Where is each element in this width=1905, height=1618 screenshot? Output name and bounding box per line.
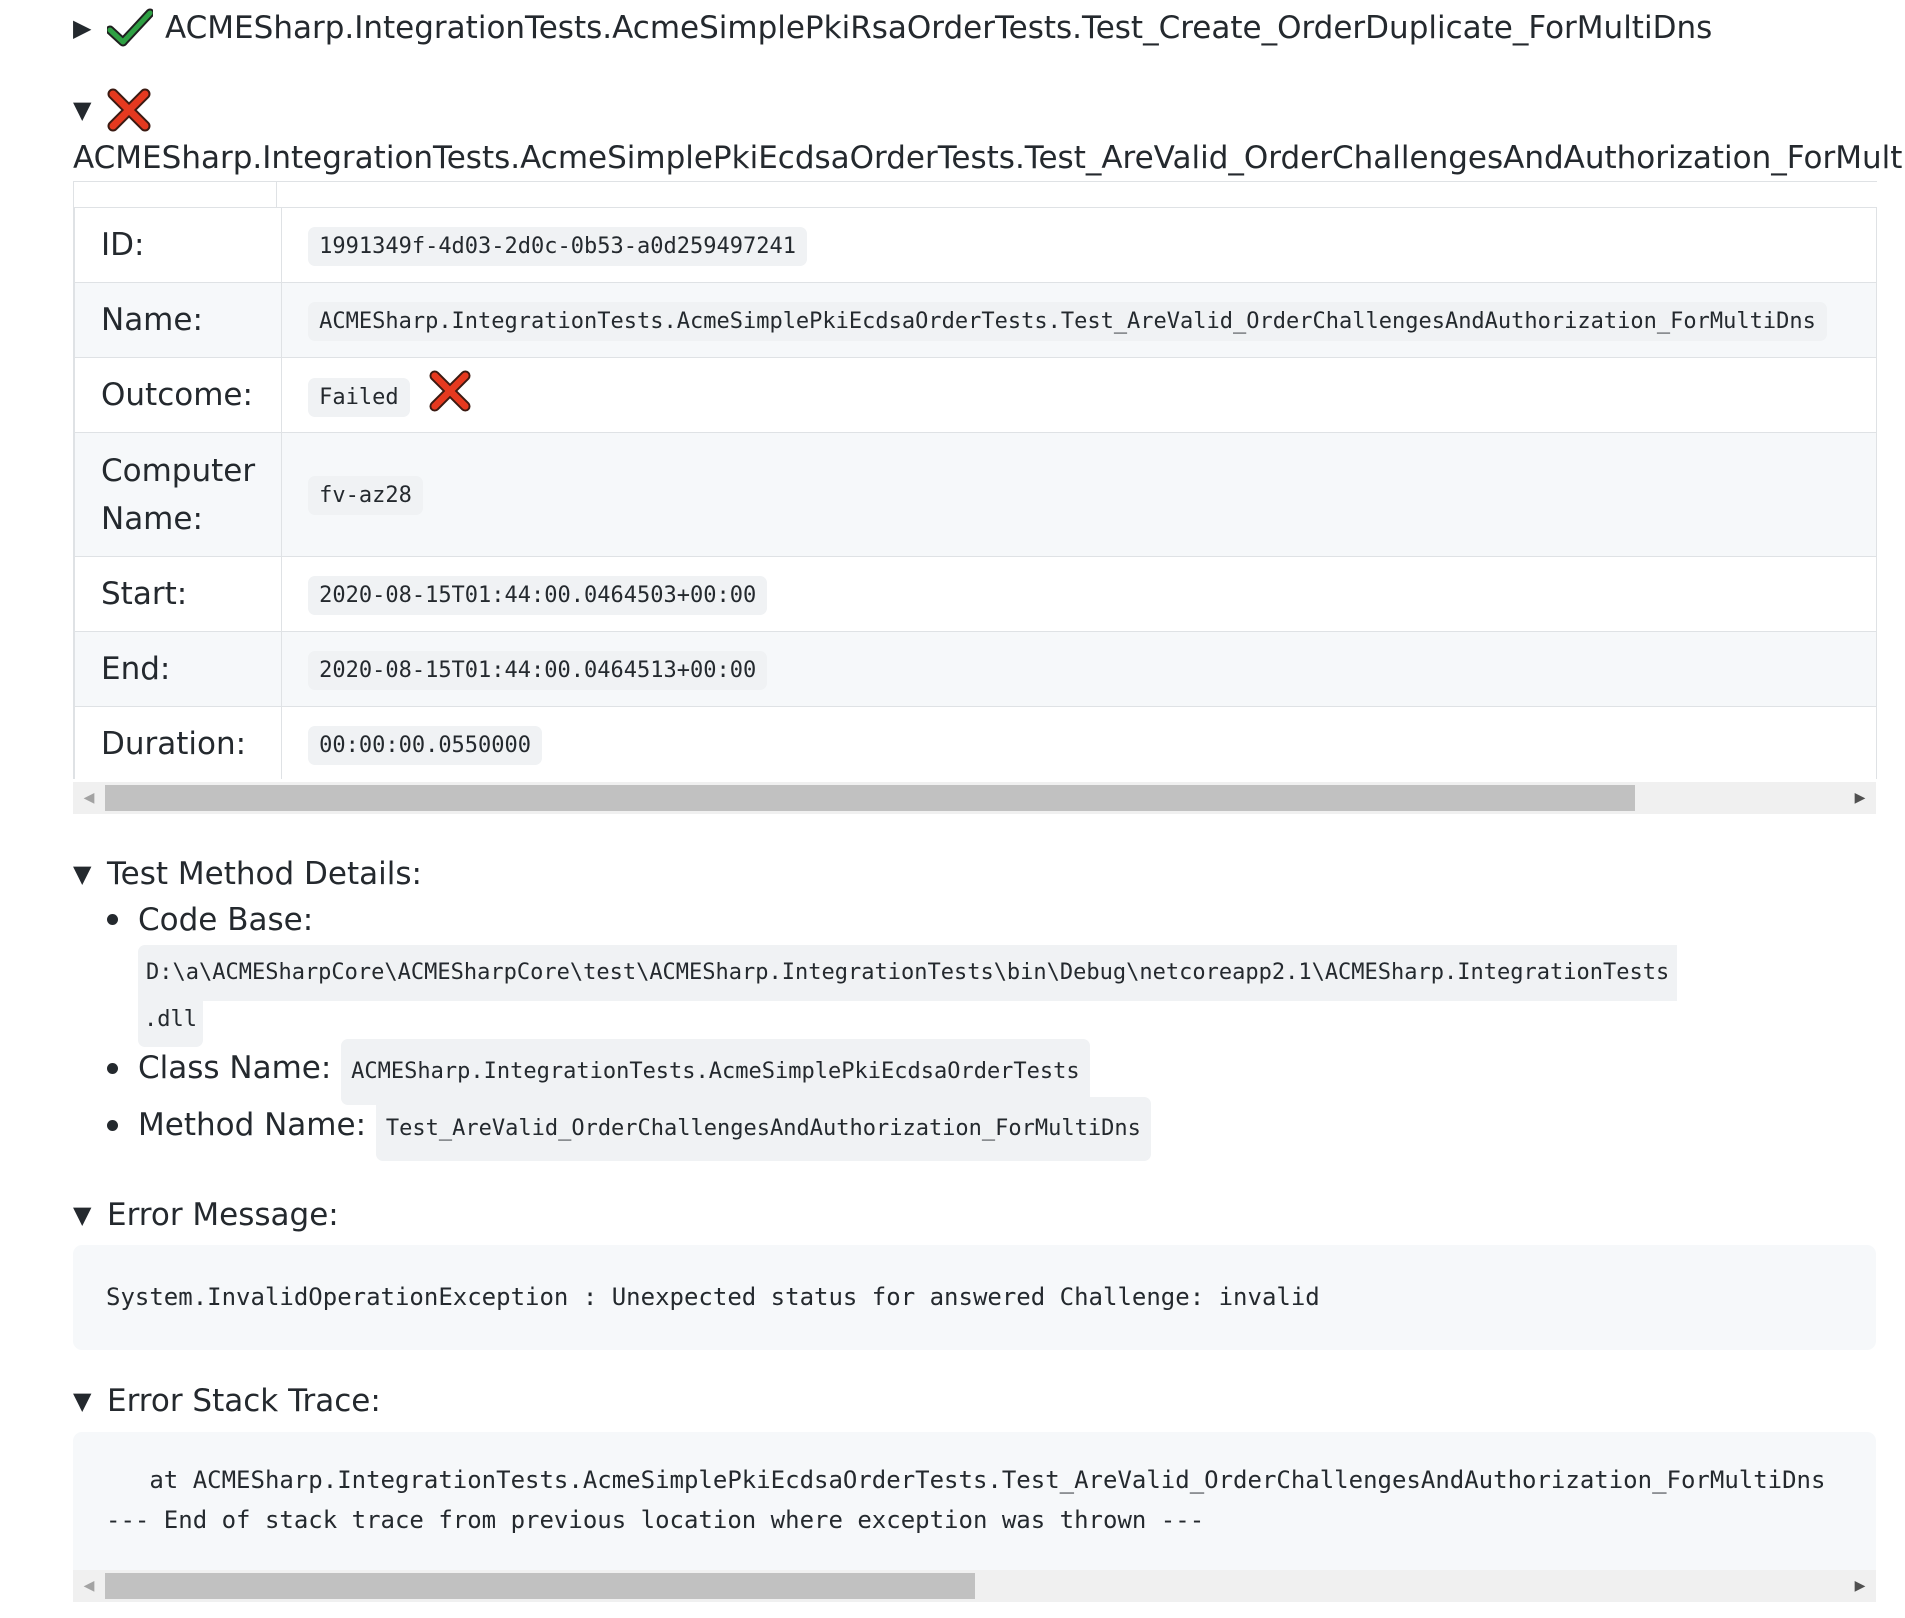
start-value: 2020-08-15T01:44:00.0464503+00:00 xyxy=(308,575,768,615)
table-header-row xyxy=(73,181,1877,207)
list-item: Method Name: Test_AreValid_OrderChalleng… xyxy=(105,1097,1876,1161)
class-name-value: ACMESharp.IntegrationTests.AcmeSimplePki… xyxy=(341,1039,1090,1105)
row-label: Duration: xyxy=(74,706,283,779)
id-value: 1991349f-4d03-2d0c-0b53-a0d259497241 xyxy=(308,226,807,266)
item-label: Class Name: xyxy=(138,1050,332,1086)
error-message-toggle[interactable]: ▼ Error Message: xyxy=(73,1197,339,1233)
scroll-left-icon[interactable]: ◀ xyxy=(73,782,105,814)
test-summary-passed[interactable]: ▶ ACMESharp.IntegrationTests.AcmeSimpleP… xyxy=(73,8,1712,48)
method-name-value: Test_AreValid_OrderChallengesAndAuthoriz… xyxy=(375,1097,1151,1161)
scroll-right-icon[interactable]: ▶ xyxy=(1844,1570,1876,1602)
list-item: Class Name: ACMESharp.IntegrationTests.A… xyxy=(105,1039,1876,1105)
row-label: ID: xyxy=(74,207,283,283)
test-summary-failed[interactable]: ▼ xyxy=(73,88,151,132)
test-method-details-list: Code Base: D:\a\ACMESharpCore\ACMESharpC… xyxy=(105,895,1876,1161)
row-label: Start: xyxy=(74,556,283,632)
scroll-left-icon[interactable]: ◀ xyxy=(73,1570,105,1602)
check-icon xyxy=(105,8,155,48)
test-method-details-toggle[interactable]: ▼ Test Method Details: xyxy=(73,856,422,892)
error-message-text: System.InvalidOperationException : Unexp… xyxy=(106,1283,1320,1311)
table-row: Outcome: Failed xyxy=(74,357,1877,433)
item-label: Method Name: xyxy=(138,1107,367,1143)
stack-trace-line: --- End of stack trace from previous loc… xyxy=(106,1506,1205,1534)
table-row: Start: 2020-08-15T01:44:00.0464503+00:00 xyxy=(74,556,1877,632)
collapse-triangle-icon[interactable]: ▼ xyxy=(73,96,107,124)
scrollbar-thumb[interactable] xyxy=(105,1573,975,1599)
row-label: End: xyxy=(74,631,283,707)
stack-trace-line: at ACMESharp.IntegrationTests.AcmeSimple… xyxy=(106,1466,1826,1494)
table-row: Computer Name: fv-az28 xyxy=(74,432,1877,557)
row-label: Outcome: xyxy=(74,357,283,433)
cross-icon xyxy=(429,370,471,420)
scrollbar-thumb[interactable] xyxy=(105,785,1635,811)
table-horizontal-scrollbar[interactable]: ◀ ▶ xyxy=(73,782,1876,814)
stack-trace-text: at ACMESharp.IntegrationTests.AcmeSimple… xyxy=(73,1432,1876,1540)
item-label: Code Base: xyxy=(138,902,314,938)
table-row: Duration: 00:00:00.0550000 xyxy=(74,706,1877,779)
test-name: ACMESharp.IntegrationTests.AcmeSimplePki… xyxy=(73,140,1905,176)
scroll-right-icon[interactable]: ▶ xyxy=(1844,782,1876,814)
row-label: Computer Name: xyxy=(74,432,283,557)
section-title: Test Method Details: xyxy=(107,856,422,892)
error-message-box: System.InvalidOperationException : Unexp… xyxy=(73,1245,1876,1350)
section-title: Error Message: xyxy=(107,1197,339,1233)
collapse-triangle-icon[interactable]: ▼ xyxy=(73,860,107,888)
duration-value: 00:00:00.0550000 xyxy=(308,725,543,765)
outcome-value: Failed xyxy=(308,377,410,417)
cross-icon xyxy=(107,88,151,132)
error-stack-trace-box: at ACMESharp.IntegrationTests.AcmeSimple… xyxy=(73,1432,1876,1577)
list-item: Code Base: xyxy=(105,895,1876,945)
table-row: End: 2020-08-15T01:44:00.0464513+00:00 xyxy=(74,631,1877,707)
stack-trace-horizontal-scrollbar[interactable]: ◀ ▶ xyxy=(73,1570,1876,1602)
row-label: Name: xyxy=(74,282,283,358)
expand-triangle-icon[interactable]: ▶ xyxy=(73,14,107,42)
list-item-cont: .dll xyxy=(105,993,1876,1047)
details-table: ID: 1991349f-4d03-2d0c-0b53-a0d259497241… xyxy=(73,207,1877,779)
end-value: 2020-08-15T01:44:00.0464513+00:00 xyxy=(308,650,768,690)
error-stack-trace-toggle[interactable]: ▼ Error Stack Trace: xyxy=(73,1383,381,1419)
test-name: ACMESharp.IntegrationTests.AcmeSimplePki… xyxy=(165,10,1713,46)
table-row: Name: ACMESharp.IntegrationTests.AcmeSim… xyxy=(74,282,1877,358)
section-title: Error Stack Trace: xyxy=(107,1383,381,1419)
collapse-triangle-icon[interactable]: ▼ xyxy=(73,1201,107,1229)
computer-name-value: fv-az28 xyxy=(308,476,423,515)
list-item-cont: D:\a\ACMESharpCore\ACMESharpCore\test\AC… xyxy=(105,945,1876,1001)
name-value: ACMESharp.IntegrationTests.AcmeSimplePki… xyxy=(308,301,1827,341)
collapse-triangle-icon[interactable]: ▼ xyxy=(73,1387,107,1415)
table-row: ID: 1991349f-4d03-2d0c-0b53-a0d259497241 xyxy=(74,207,1877,283)
